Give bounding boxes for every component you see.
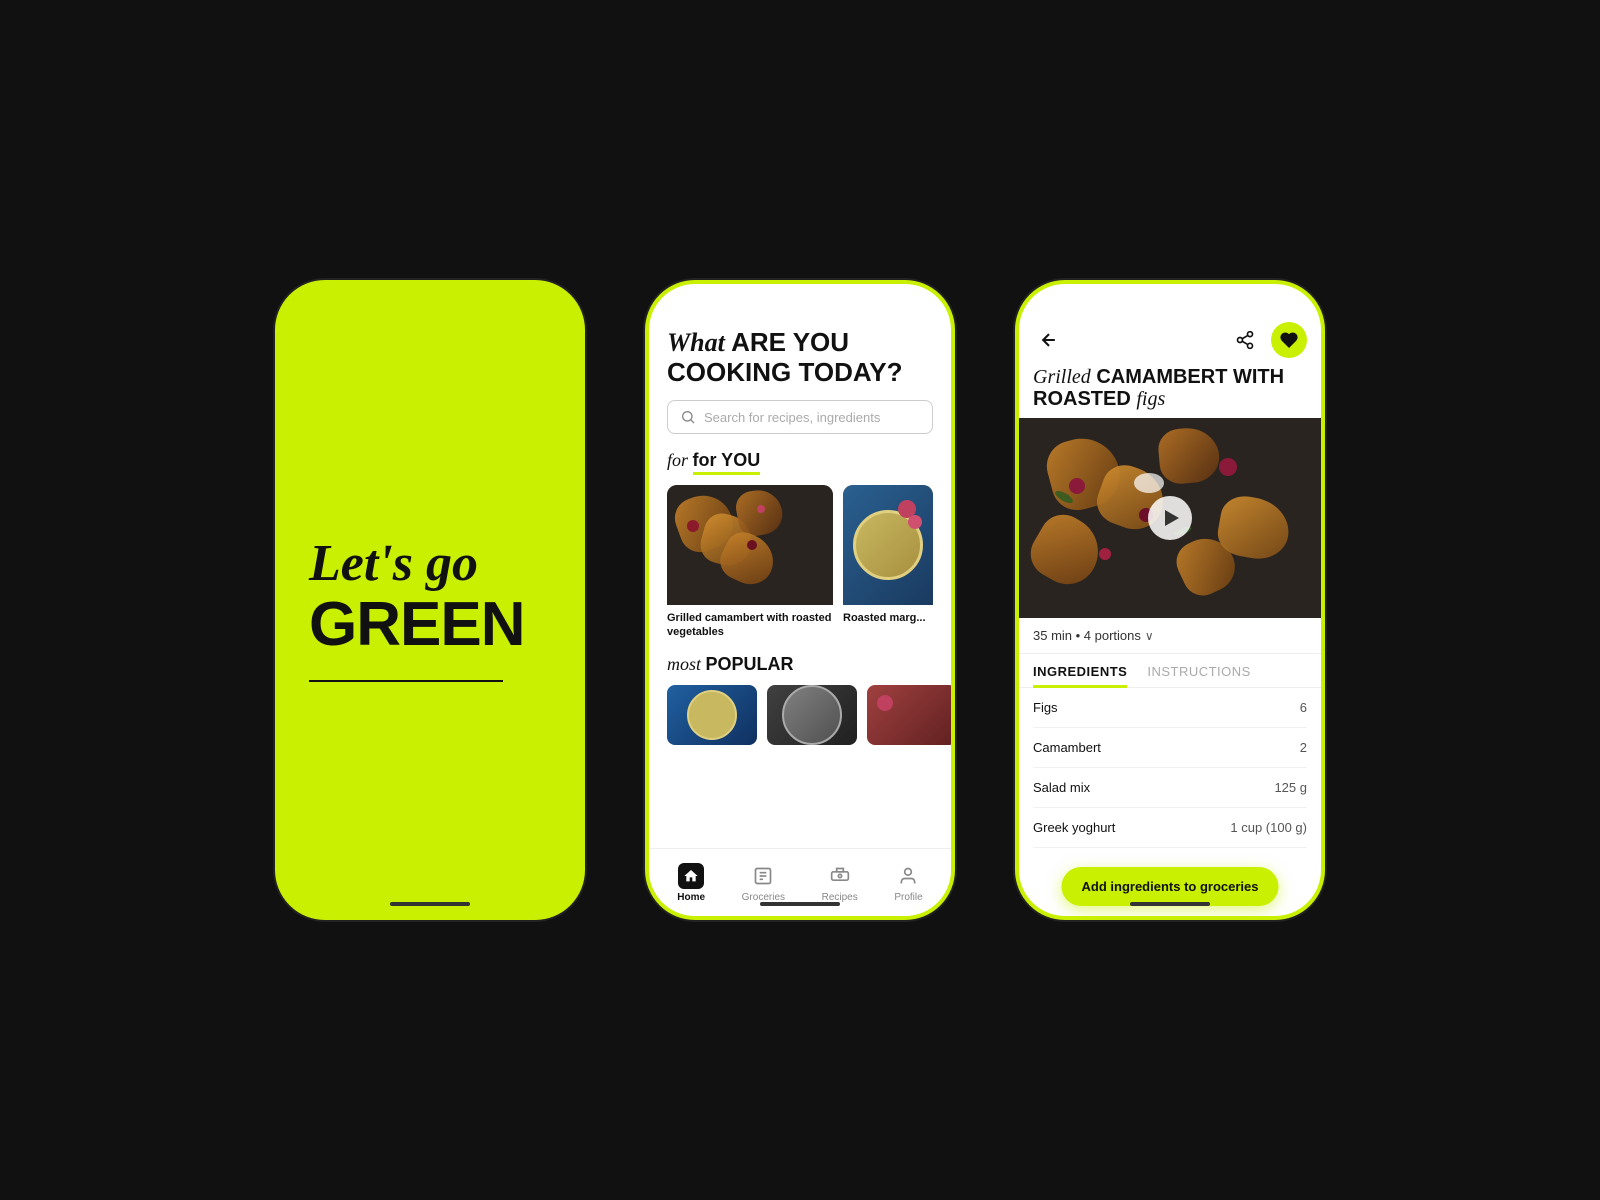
- splash-content: Let's go GREEN: [279, 284, 581, 916]
- ingredient-row-salad: Salad mix 125 g: [1033, 768, 1307, 808]
- nav-groceries[interactable]: Groceries: [742, 863, 785, 903]
- splash-line1: Let's go: [309, 538, 551, 590]
- ingredient-row-camambert: Camambert 2: [1033, 728, 1307, 768]
- recipe-title-italic2: figs: [1136, 388, 1165, 410]
- search-bar[interactable]: Search for recipes, ingredients: [667, 400, 933, 434]
- home-indicator-3: [1130, 902, 1210, 906]
- search-icon: [680, 409, 696, 425]
- recipe-tabs: INGREDIENTS INSTRUCTIONS: [1019, 654, 1321, 688]
- ingredient-row-yoghurt: Greek yoghurt 1 cup (100 g): [1033, 808, 1307, 848]
- recipe-card-1-image: [667, 485, 833, 605]
- nav-groceries-label: Groceries: [742, 892, 785, 903]
- nav-recipes[interactable]: Recipes: [822, 863, 858, 903]
- favorite-button[interactable]: [1271, 322, 1307, 358]
- nav-recipes-label: Recipes: [822, 892, 858, 903]
- popular-cards: [667, 685, 933, 745]
- ingredient-qty-camambert: 2: [1300, 740, 1307, 755]
- recipe-header-bar: [1019, 314, 1321, 366]
- ingredient-qty-figs: 6: [1300, 700, 1307, 715]
- home-icon: [678, 863, 704, 889]
- recipe-cards: Grilled camambert with roasted vegetable…: [667, 485, 933, 640]
- home-screen: What ARE YOU COOKING TODAY? Search for r…: [649, 284, 951, 916]
- phone-home: What ARE YOU COOKING TODAY? Search for r…: [645, 280, 955, 920]
- home-heading: What ARE YOU COOKING TODAY?: [667, 328, 933, 386]
- recipe-time-portions: 35 min • 4 portions: [1033, 628, 1141, 643]
- groceries-icon: [750, 863, 776, 889]
- recipe-title-italic1: Grilled: [1033, 366, 1091, 388]
- tab-ingredients[interactable]: INGREDIENTS: [1033, 654, 1127, 687]
- recipe-screen: Grilled CAMAMBERT WITH ROASTED figs: [1019, 284, 1321, 916]
- phone-recipe: Grilled CAMAMBERT WITH ROASTED figs: [1015, 280, 1325, 920]
- recipe-card-1-caption: Grilled camambert with roasted vegetable…: [667, 611, 833, 640]
- recipe-meta: 35 min • 4 portions ∨: [1019, 618, 1321, 654]
- notch-2: [745, 284, 855, 310]
- recipe-card-2-image: [843, 485, 933, 605]
- nav-home-label: Home: [677, 892, 705, 903]
- back-button[interactable]: [1033, 324, 1065, 356]
- recipe-title: Grilled CAMAMBERT WITH ROASTED figs: [1019, 366, 1321, 418]
- ingredient-qty-salad: 125 g: [1274, 780, 1307, 795]
- home-content: What ARE YOU COOKING TODAY? Search for r…: [649, 318, 951, 848]
- profile-icon: [895, 863, 921, 889]
- most-popular-label: most POPULAR: [667, 654, 933, 675]
- heading-italic: What: [667, 328, 725, 357]
- popular-card-1[interactable]: [667, 685, 757, 745]
- recipe-card-1[interactable]: Grilled camambert with roasted vegetable…: [667, 485, 833, 640]
- ingredients-list: Figs 6 Camambert 2 Salad mix 125 g Greek…: [1019, 688, 1321, 916]
- home-indicator-1: [390, 902, 470, 906]
- splash-divider: [309, 680, 503, 682]
- phone-splash: Let's go GREEN: [275, 280, 585, 920]
- recipe-card-2[interactable]: Roasted marg...: [843, 485, 933, 640]
- notch-1: [375, 284, 485, 310]
- notch-3: [1115, 284, 1225, 310]
- nav-profile-label: Profile: [894, 892, 922, 903]
- ingredient-name-figs: Figs: [1033, 700, 1058, 715]
- play-button[interactable]: [1148, 496, 1192, 540]
- ingredient-name-yoghurt: Greek yoghurt: [1033, 820, 1115, 835]
- recipes-icon: [827, 863, 853, 889]
- ingredient-row-figs: Figs 6: [1033, 688, 1307, 728]
- chevron-down-icon[interactable]: ∨: [1145, 629, 1154, 643]
- home-indicator-2: [760, 902, 840, 906]
- popular-card-2[interactable]: [767, 685, 857, 745]
- recipe-card-2-caption: Roasted marg...: [843, 611, 933, 625]
- tab-instructions[interactable]: INSTRUCTIONS: [1147, 654, 1251, 687]
- share-button[interactable]: [1229, 324, 1261, 356]
- recipe-hero-image: [1019, 418, 1321, 618]
- popular-card-3[interactable]: [867, 685, 951, 745]
- ingredient-name-camambert: Camambert: [1033, 740, 1101, 755]
- ingredient-name-salad: Salad mix: [1033, 780, 1090, 795]
- for-you-label: for for YOU: [667, 450, 933, 475]
- search-placeholder: Search for recipes, ingredients: [704, 410, 880, 425]
- splash-line2: GREEN: [309, 594, 551, 656]
- nav-profile[interactable]: Profile: [894, 863, 922, 903]
- add-groceries-button[interactable]: Add ingredients to groceries: [1062, 867, 1279, 906]
- nav-home[interactable]: Home: [677, 863, 705, 903]
- ingredient-qty-yoghurt: 1 cup (100 g): [1230, 820, 1307, 835]
- play-icon: [1165, 510, 1179, 526]
